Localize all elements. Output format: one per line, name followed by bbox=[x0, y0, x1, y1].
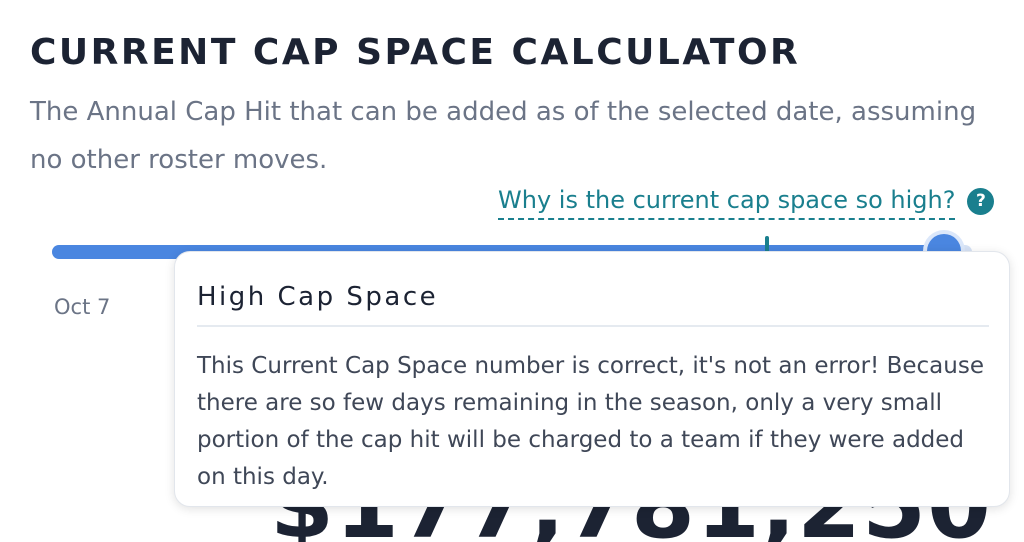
page-subtitle: The Annual Cap Hit that can be added as … bbox=[30, 97, 977, 175]
help-link-label[interactable]: Why is the current cap space so high? bbox=[498, 186, 956, 220]
tooltip-divider bbox=[197, 325, 989, 327]
tooltip-title: High Cap Space bbox=[197, 282, 439, 312]
page-title: CURRENT CAP SPACE CALCULATOR bbox=[30, 32, 801, 73]
slider-start-date: Oct 7 bbox=[54, 295, 111, 319]
high-cap-space-tooltip: High Cap Space This Current Cap Space nu… bbox=[174, 251, 1010, 507]
cap-calculator-page: CURRENT CAP SPACE CALCULATOR The Annual … bbox=[0, 0, 1024, 542]
cap-space-help-link[interactable]: Why is the current cap space so high? ? bbox=[498, 186, 995, 220]
question-circle-icon[interactable]: ? bbox=[967, 187, 995, 215]
tooltip-body: This Current Cap Space number is correct… bbox=[197, 353, 984, 490]
